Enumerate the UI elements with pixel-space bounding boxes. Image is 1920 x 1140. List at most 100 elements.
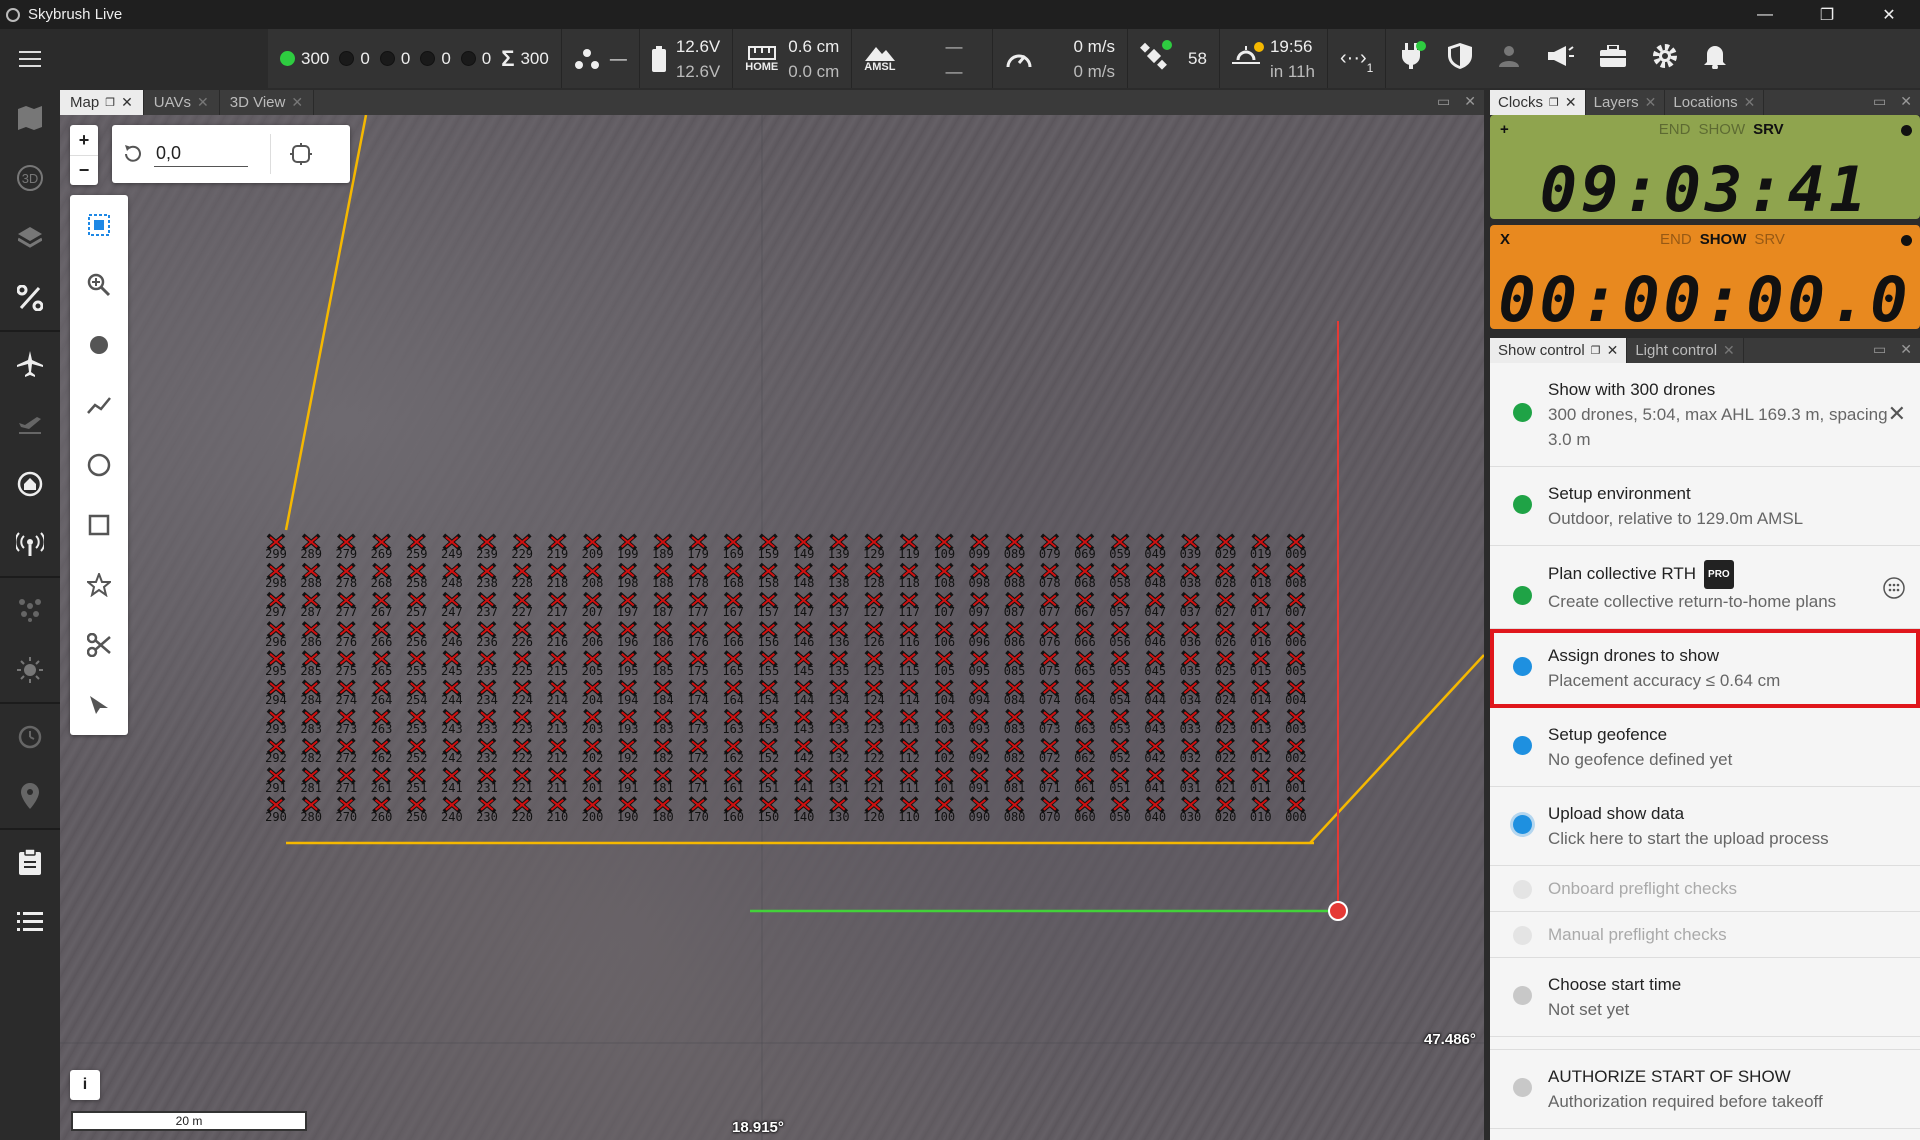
close-tab-icon[interactable]: ✕ (1723, 342, 1735, 359)
speed-indicator[interactable]: 0 m/s 0 m/s (993, 29, 1129, 88)
clear-show-icon[interactable]: ✕ (1888, 401, 1906, 427)
shield-icon[interactable] (1448, 42, 1473, 75)
selection-indicator[interactable]: — (562, 29, 640, 88)
undock-icon[interactable]: ❐ (105, 96, 115, 109)
uav-count-4[interactable]: 0 (460, 49, 491, 69)
show-step-6[interactable]: Onboard preflight checks (1490, 866, 1920, 912)
point-tool[interactable] (70, 315, 128, 375)
show-step-7[interactable]: Manual preflight checks (1490, 912, 1920, 958)
line-tool[interactable] (70, 375, 128, 435)
network-indicator[interactable]: ‹··› 1 (1328, 29, 1387, 88)
star-tool[interactable] (70, 555, 128, 615)
sidebar-map[interactable] (0, 88, 60, 148)
close-tab-icon[interactable]: ✕ (1607, 342, 1619, 359)
uav-count-0[interactable]: 300 (280, 49, 329, 69)
sidebar-locations[interactable] (0, 766, 60, 826)
sidebar-clocks[interactable] (0, 706, 60, 766)
show-tab-1[interactable]: Light control ✕ (1627, 338, 1744, 363)
map-view[interactable]: 299 298 297 296 295 294 293 292 291 290 289 288 287 2… (60, 115, 1484, 1140)
menu-button[interactable] (0, 29, 60, 88)
clock-display-1[interactable]: X END SHOW SRV 00:00:00.0 (1490, 225, 1920, 336)
sidebar-home[interactable] (0, 454, 60, 514)
sidebar-layers[interactable] (0, 208, 60, 268)
toolbox-icon[interactable] (1600, 43, 1627, 73)
close-tab-icon[interactable]: ✕ (291, 94, 303, 111)
clock-display-0[interactable]: + END SHOW SRV 09:03:41 (1490, 115, 1920, 226)
sidebar-beacons[interactable] (0, 514, 60, 574)
circle-tool[interactable] (70, 435, 128, 495)
close-tab-icon[interactable]: ✕ (1565, 94, 1577, 111)
undock-icon[interactable]: ❐ (1591, 344, 1601, 357)
gps-indicator[interactable]: 58 (1128, 29, 1220, 88)
clock-mode-selector[interactable]: END SHOW SRV (1659, 121, 1784, 138)
close-panel-icon[interactable]: ✕ (1464, 93, 1476, 110)
clock-mode-selector[interactable]: END SHOW SRV (1660, 231, 1785, 248)
close-tab-icon[interactable]: ✕ (1744, 94, 1756, 111)
rotation-input[interactable] (154, 141, 248, 167)
maximize-button[interactable]: ❐ (1796, 0, 1858, 29)
drone-id-label: 148 (792, 576, 815, 591)
select-tool[interactable] (70, 195, 128, 255)
close-panel-icon[interactable]: ✕ (1900, 341, 1912, 358)
sidebar-3d-view[interactable]: 3D (0, 148, 60, 208)
sidebar-lights[interactable] (0, 640, 60, 700)
zoom-tool[interactable] (70, 255, 128, 315)
gear-icon[interactable] (1652, 43, 1678, 75)
undock-icon[interactable]: ❐ (1549, 96, 1559, 109)
maximize-panel-icon[interactable]: ▭ (1873, 93, 1886, 110)
sidebar-log[interactable] (0, 892, 60, 952)
sidebar-show-control[interactable] (0, 268, 60, 328)
close-tab-icon[interactable]: ✕ (197, 94, 209, 111)
show-step-4[interactable]: Setup geofence No geofence defined yet (1490, 708, 1920, 787)
maximize-panel-icon[interactable]: ▭ (1873, 341, 1886, 358)
zoom-in-button[interactable]: + (70, 125, 98, 155)
show-step-0[interactable]: Show with 300 drones 300 drones, 5:04, ma… (1490, 363, 1920, 467)
fit-view-icon[interactable] (289, 142, 313, 166)
uav-count-3[interactable]: 0 (420, 49, 451, 69)
close-panel-icon[interactable]: ✕ (1900, 93, 1912, 110)
show-step-2[interactable]: Plan collective RTH PRO Create collective … (1490, 546, 1920, 629)
uav-count-1[interactable]: 0 (339, 49, 370, 69)
clocks-tab-0[interactable]: Clocks ❐ ✕ (1490, 90, 1586, 115)
zoom-out-button[interactable]: − (70, 155, 98, 185)
battery-indicator[interactable]: 12.6V 12.6V (640, 29, 734, 88)
uav-total-count[interactable]: Σ 300 (501, 46, 549, 72)
rotate-icon[interactable] (122, 143, 144, 165)
show-step-8[interactable]: Choose start time Not set yet (1490, 958, 1920, 1037)
rectangle-tool[interactable] (70, 495, 128, 555)
map-tab-1[interactable]: UAVs ✕ (143, 90, 220, 115)
user-icon[interactable] (1498, 45, 1520, 73)
sidebar-checklist[interactable] (0, 832, 60, 892)
map-tab-0[interactable]: Map ❐ ✕ (60, 90, 144, 115)
show-tab-0[interactable]: Show control ❐ ✕ (1490, 338, 1628, 363)
sidebar-uavs[interactable] (0, 334, 60, 394)
megaphone-icon[interactable] (1546, 45, 1575, 73)
cut-tool[interactable] (70, 615, 128, 675)
home-distance-indicator[interactable]: HOME 0.6 cm 0.0 cm (733, 29, 853, 88)
drone-id-label: 167 (722, 605, 745, 620)
uav-status-counts[interactable]: 300 0 0 0 0 Σ 300 (268, 29, 562, 88)
maximize-panel-icon[interactable]: ▭ (1437, 93, 1450, 110)
uav-count-2[interactable]: 0 (379, 49, 410, 69)
minimize-button[interactable]: — (1734, 0, 1796, 29)
more-options-icon[interactable] (1882, 576, 1906, 606)
sidebar-flight-plan[interactable] (0, 394, 60, 454)
sidebar-swarm[interactable] (0, 580, 60, 640)
edit-tool[interactable] (70, 675, 128, 735)
attribution-info-button[interactable]: i (70, 1070, 100, 1100)
drone-id-label: 254 (405, 693, 428, 707)
map-tab-2[interactable]: 3D View ✕ (219, 90, 315, 115)
altitude-indicator[interactable]: AMSL — — (852, 29, 994, 88)
close-tab-icon[interactable]: ✕ (1645, 94, 1657, 111)
plug-icon[interactable] (1400, 40, 1427, 75)
close-tab-icon[interactable]: ✕ (121, 94, 133, 111)
show-step-5[interactable]: Upload show data Click here to start the … (1490, 787, 1920, 866)
clocks-tab-2[interactable]: Locations ✕ (1665, 90, 1765, 115)
show-step-3[interactable]: Assign drones to show Placement accuracy … (1490, 629, 1920, 708)
bell-icon[interactable] (1704, 43, 1727, 75)
sunset-indicator[interactable]: 19:56 in 11h (1220, 29, 1329, 88)
show-step-1[interactable]: Setup environment Outdoor, relative to 12… (1490, 467, 1920, 546)
close-window-button[interactable]: ✕ (1858, 0, 1920, 29)
clocks-tab-1[interactable]: Layers ✕ (1585, 90, 1666, 115)
show-step-9[interactable]: AUTHORIZE START OF SHOW Authorization req… (1490, 1049, 1920, 1129)
